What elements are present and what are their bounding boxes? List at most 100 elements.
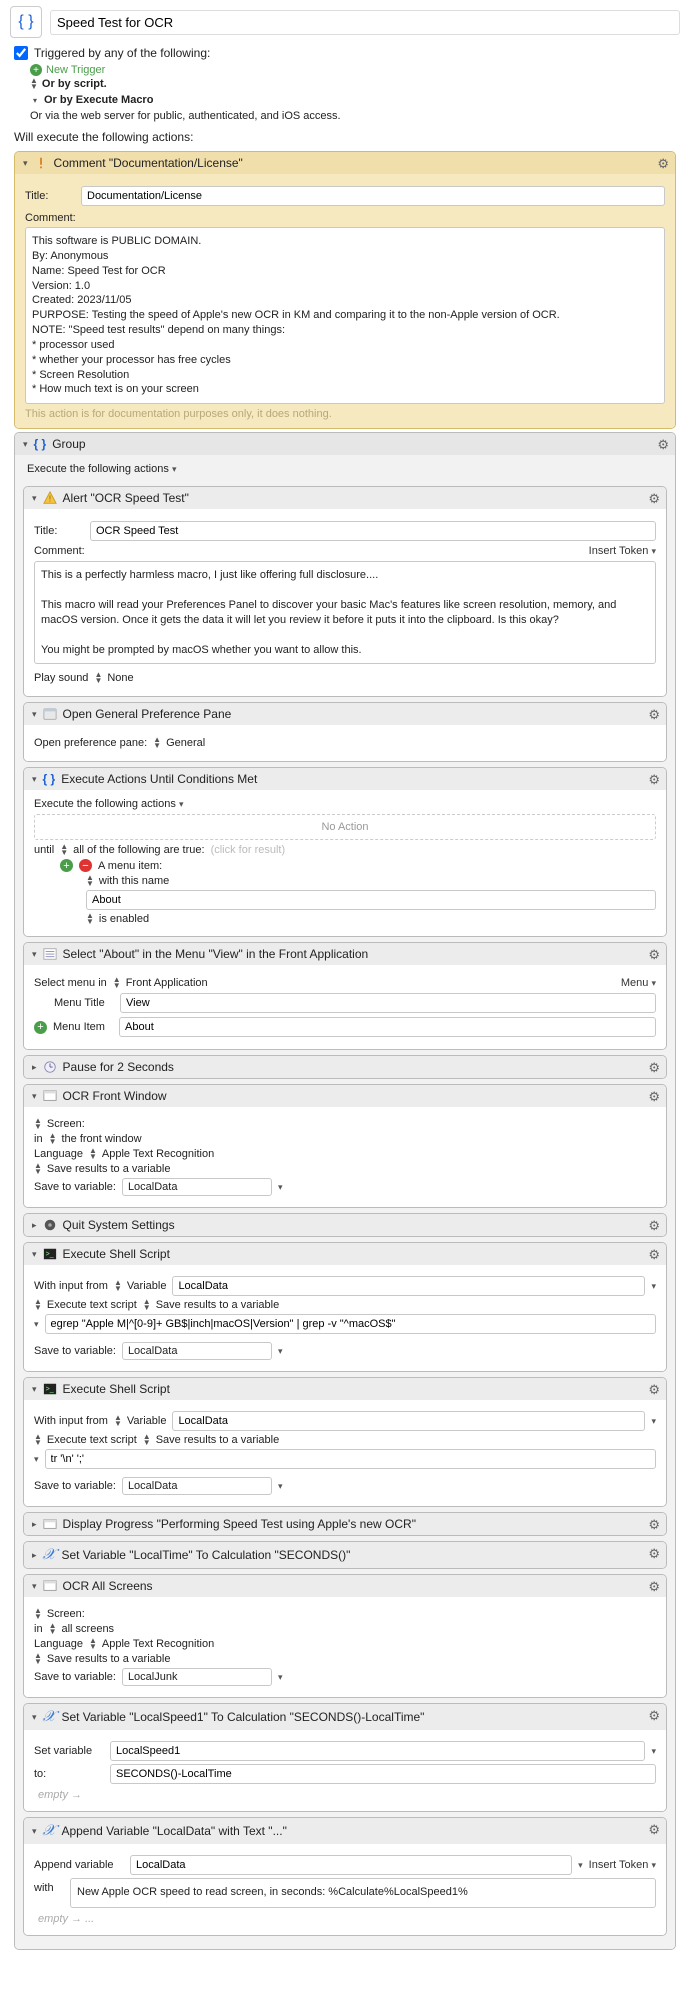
click-for-result[interactable]: (click for result) xyxy=(211,844,286,856)
settings-app-icon xyxy=(43,1218,57,1232)
disclosure-icon[interactable]: ▾ xyxy=(32,1249,37,1260)
language-select[interactable]: ▲▼Apple Text Recognition xyxy=(89,1638,214,1650)
add-menu-item-button[interactable]: + xyxy=(34,1021,47,1034)
gear-icon[interactable]: ⚙ xyxy=(648,491,660,507)
input-var-input[interactable] xyxy=(172,1411,645,1431)
front-window-select[interactable]: ▲▼the front window xyxy=(49,1133,142,1145)
menu-title-input[interactable] xyxy=(120,993,656,1013)
chevron-down-icon[interactable]: ▾ xyxy=(179,799,184,809)
gear-icon[interactable]: ⚙ xyxy=(648,1089,660,1105)
with-text-input[interactable]: New Apple OCR speed to read screen, in s… xyxy=(70,1878,656,1908)
save-var-input[interactable]: LocalData xyxy=(122,1477,272,1495)
disclosure-icon[interactable]: ▾ xyxy=(32,1091,37,1102)
disclosure-icon[interactable]: ▾ xyxy=(34,1319,39,1330)
new-trigger-button[interactable]: + New Trigger xyxy=(0,64,690,76)
open-pref-select[interactable]: ▲▼General xyxy=(153,737,205,749)
disclosure-icon[interactable]: ▾ xyxy=(32,1384,37,1395)
chevron-down-icon[interactable]: ▾ xyxy=(278,1182,283,1193)
exec-text-select[interactable]: ▲▼Execute text script xyxy=(34,1299,137,1311)
disclosure-icon[interactable]: ▸ xyxy=(32,1062,37,1073)
script-input[interactable] xyxy=(45,1449,656,1469)
exec-text-select[interactable]: ▲▼Execute text script xyxy=(34,1434,137,1446)
save-var-input[interactable]: LocalJunk xyxy=(122,1668,272,1686)
alert-title-input[interactable] xyxy=(90,521,656,541)
gear-icon[interactable]: ⚙ xyxy=(657,437,669,453)
play-sound-select[interactable]: ▲▼None xyxy=(94,672,133,684)
remove-condition-button[interactable]: − xyxy=(79,859,92,872)
gear-icon[interactable]: ⚙ xyxy=(648,1218,660,1234)
disclosure-icon[interactable]: ▾ xyxy=(32,1712,37,1723)
macro-title-input[interactable] xyxy=(50,10,680,35)
input-source-select[interactable]: ▲▼Variable xyxy=(114,1415,166,1427)
disclosure-icon[interactable]: ▾ xyxy=(32,774,37,785)
comment-body-text[interactable]: This software is PUBLIC DOMAIN. By: Anon… xyxy=(25,227,665,404)
trigger-script[interactable]: ▲▼ Or by script. xyxy=(0,76,690,92)
gear-icon[interactable]: ⚙ xyxy=(648,772,660,788)
chevron-down-icon[interactable]: ▾ xyxy=(278,1672,283,1683)
disclosure-icon[interactable]: ▸ xyxy=(32,1550,37,1561)
all-screens-select[interactable]: ▲▼all screens xyxy=(49,1623,115,1635)
gear-icon[interactable]: ⚙ xyxy=(648,1708,660,1724)
save-results-select[interactable]: ▲▼Save results to a variable xyxy=(34,1653,170,1665)
gear-icon[interactable]: ⚙ xyxy=(648,1546,660,1562)
disclosure-icon[interactable]: ▾ xyxy=(34,1454,39,1465)
save-var-input[interactable]: LocalData xyxy=(122,1342,272,1360)
save-results-select[interactable]: ▲▼Save results to a variable xyxy=(143,1299,279,1311)
menu-item-input[interactable] xyxy=(119,1017,656,1037)
save-results-select[interactable]: ▲▼Save results to a variable xyxy=(143,1434,279,1446)
screen-select[interactable]: ▲▼Screen: xyxy=(34,1118,85,1130)
chevron-down-icon[interactable]: ▾ xyxy=(651,1746,656,1757)
script-input[interactable] xyxy=(45,1314,656,1334)
set-variable-label: Set variable xyxy=(34,1745,104,1757)
save-to-label: Save to variable: xyxy=(34,1671,116,1683)
chevron-down-icon[interactable]: ▾ xyxy=(172,464,177,474)
menu-name-input[interactable] xyxy=(86,890,656,910)
alert-body-text[interactable]: This is a perfectly harmless macro, I ju… xyxy=(34,561,656,664)
disclosure-icon[interactable]: ▾ xyxy=(32,493,37,504)
to-value-input[interactable] xyxy=(110,1764,656,1784)
insert-token-button[interactable]: Insert Token ▾ xyxy=(589,1859,656,1871)
gear-icon[interactable]: ⚙ xyxy=(648,1822,660,1838)
gear-icon[interactable]: ⚙ xyxy=(648,1247,660,1263)
disclosure-icon[interactable]: ▾ xyxy=(23,158,28,169)
menu-dropdown-button[interactable]: Menu ▾ xyxy=(621,977,656,989)
set-variable-input[interactable] xyxy=(110,1741,645,1761)
no-action-placeholder[interactable]: No Action xyxy=(34,814,656,840)
disclosure-icon[interactable]: ▾ xyxy=(32,949,37,960)
chevron-down-icon[interactable]: ▾ xyxy=(278,1346,283,1357)
select-menu-in-value[interactable]: ▲▼Front Application xyxy=(113,977,208,989)
disclosure-icon[interactable]: ▾ xyxy=(32,1826,37,1837)
is-enabled-select[interactable]: ▲▼is enabled xyxy=(86,913,149,925)
comment-title-input[interactable] xyxy=(81,186,665,206)
with-name-select[interactable]: ▲▼with this name xyxy=(86,875,169,887)
gear-icon[interactable]: ⚙ xyxy=(648,1060,660,1076)
input-var-input[interactable] xyxy=(172,1276,645,1296)
insert-token-button[interactable]: Insert Token ▾ xyxy=(589,545,656,557)
trigger-execute-macro[interactable]: ▾ Or by Execute Macro xyxy=(0,92,690,108)
disclosure-icon[interactable]: ▸ xyxy=(32,1220,37,1231)
variable-x-icon: 𝒳 xyxy=(43,1708,56,1726)
gear-icon[interactable]: ⚙ xyxy=(648,947,660,963)
disclosure-icon[interactable]: ▾ xyxy=(23,439,28,450)
disclosure-icon[interactable]: ▾ xyxy=(32,1581,37,1592)
gear-icon[interactable]: ⚙ xyxy=(648,1517,660,1533)
append-variable-input[interactable] xyxy=(130,1855,572,1875)
all-following-select[interactable]: ▲▼all of the following are true: xyxy=(60,844,204,856)
save-results-select[interactable]: ▲▼Save results to a variable xyxy=(34,1163,170,1175)
triggers-enabled-checkbox[interactable] xyxy=(14,46,28,60)
input-source-select[interactable]: ▲▼Variable xyxy=(114,1280,166,1292)
screen-select[interactable]: ▲▼Screen: xyxy=(34,1608,85,1620)
gear-icon[interactable]: ⚙ xyxy=(648,707,660,723)
chevron-down-icon[interactable]: ▾ xyxy=(651,1416,656,1427)
add-condition-button[interactable]: + xyxy=(60,859,73,872)
chevron-down-icon[interactable]: ▾ xyxy=(651,1281,656,1292)
disclosure-icon[interactable]: ▾ xyxy=(32,709,37,720)
gear-icon[interactable]: ⚙ xyxy=(648,1579,660,1595)
gear-icon[interactable]: ⚙ xyxy=(657,156,669,172)
chevron-down-icon[interactable]: ▾ xyxy=(278,1481,283,1492)
chevron-down-icon[interactable]: ▾ xyxy=(578,1860,583,1871)
save-var-input[interactable]: LocalData xyxy=(122,1178,272,1196)
gear-icon[interactable]: ⚙ xyxy=(648,1382,660,1398)
disclosure-icon[interactable]: ▸ xyxy=(32,1519,37,1530)
language-select[interactable]: ▲▼Apple Text Recognition xyxy=(89,1148,214,1160)
